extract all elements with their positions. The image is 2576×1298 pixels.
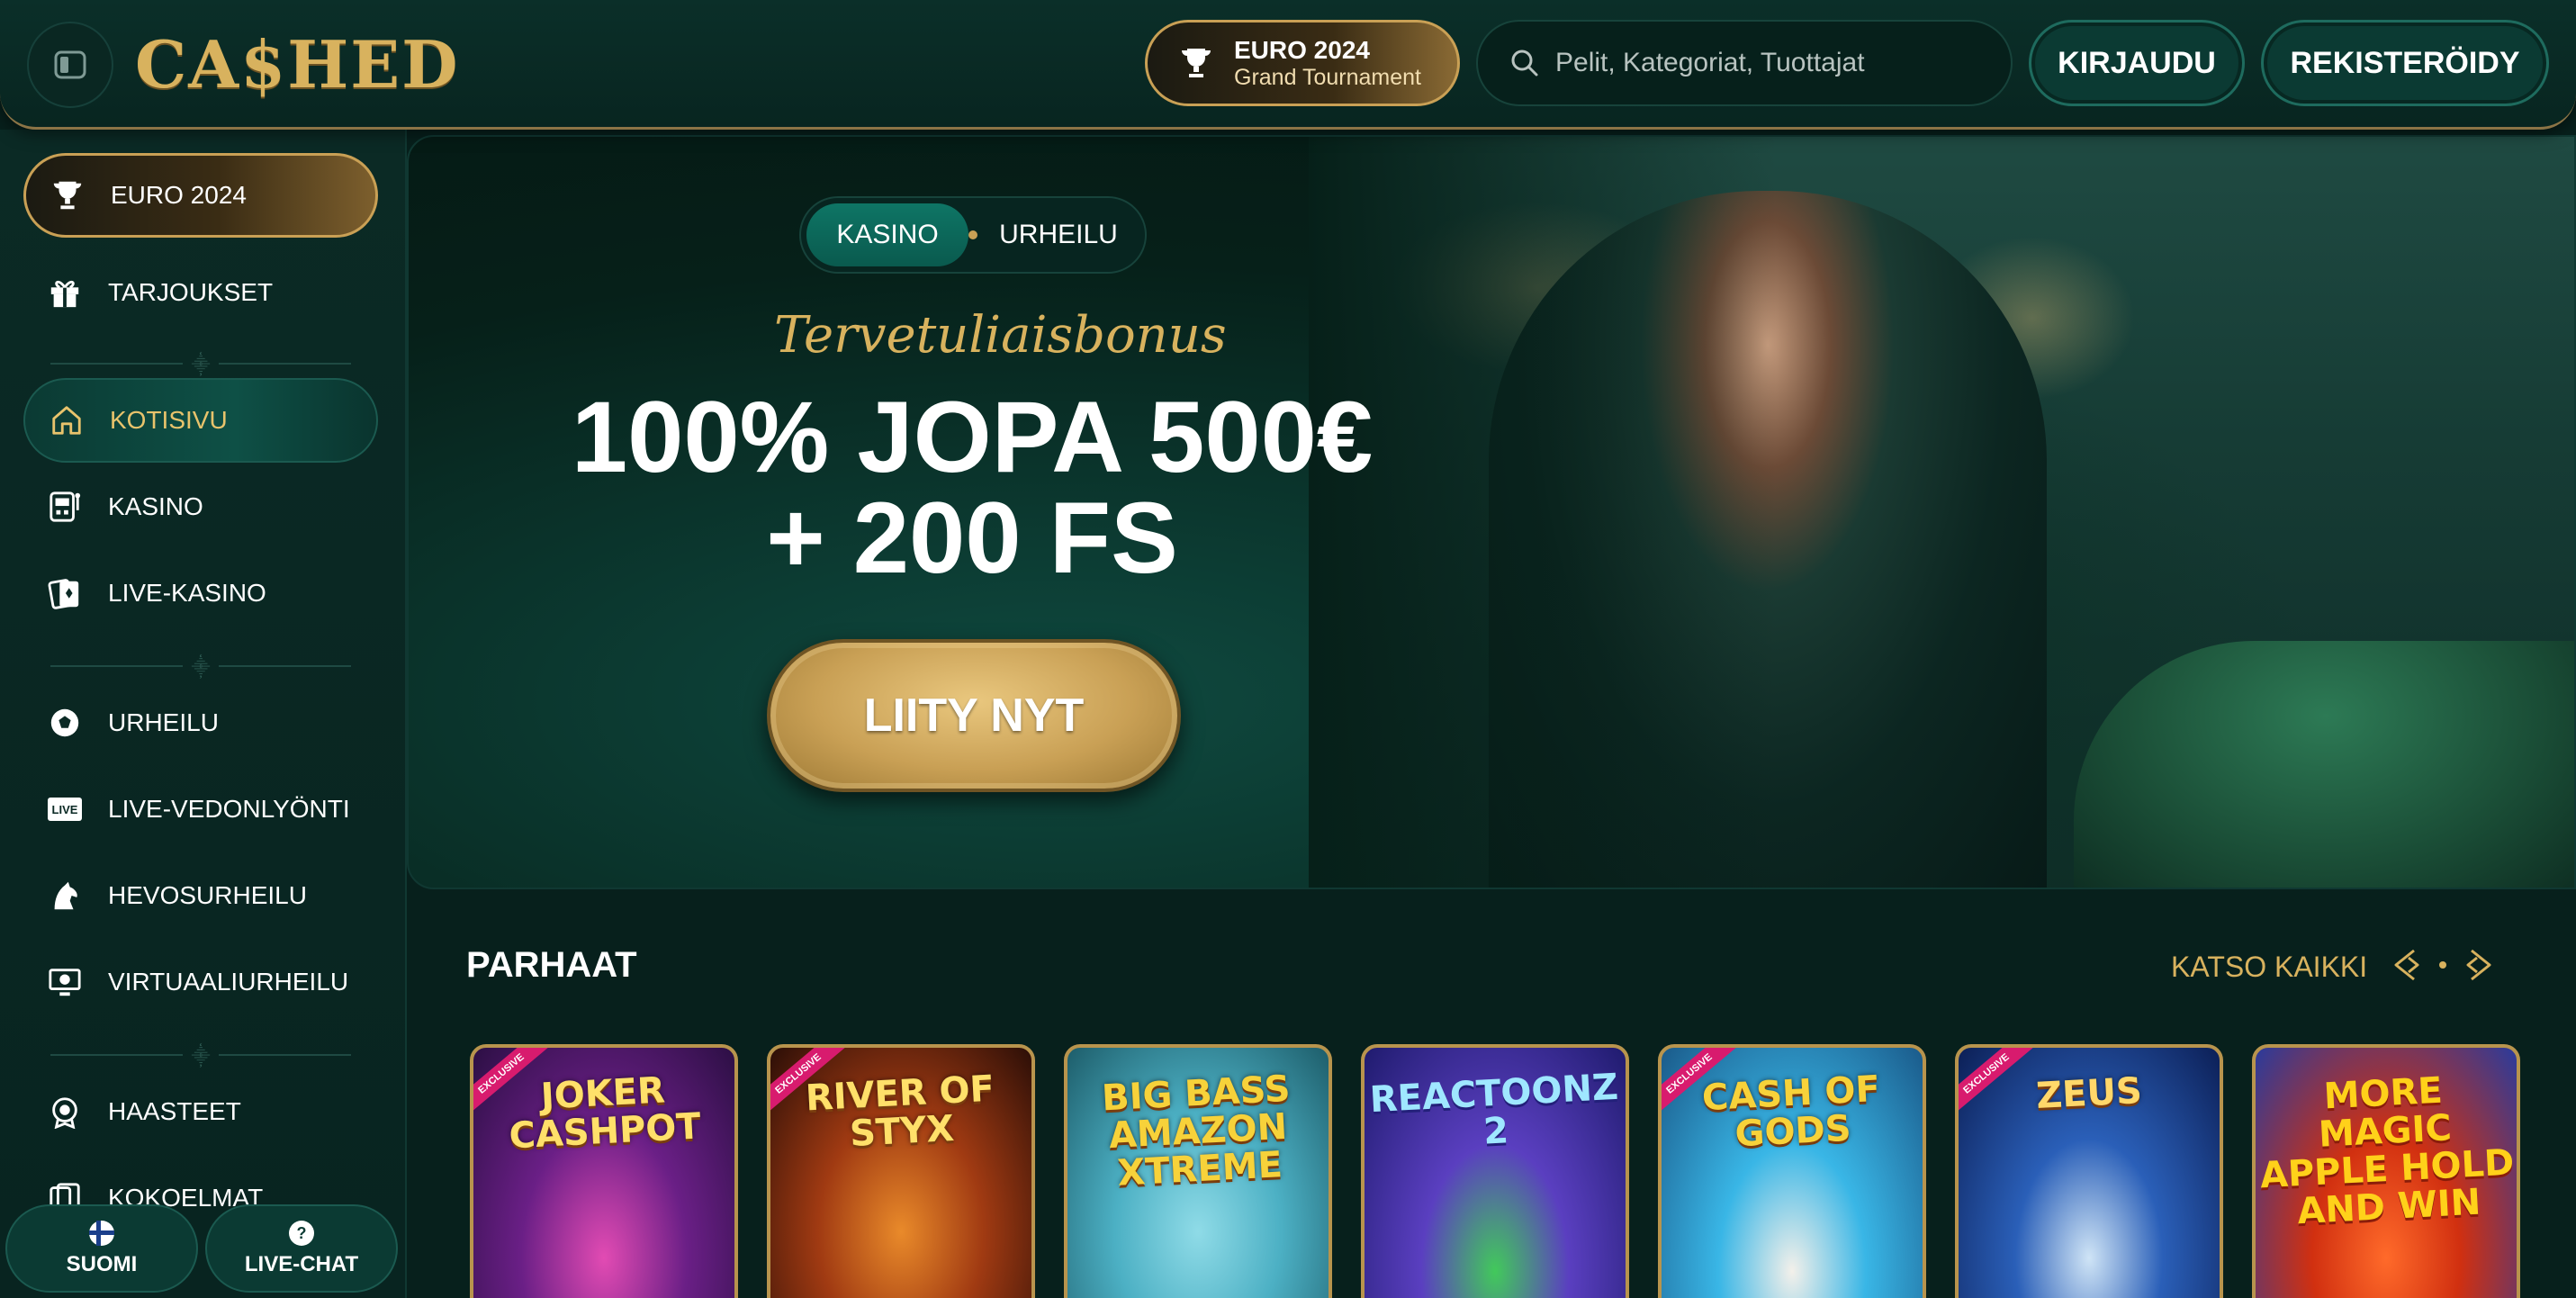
hero-tab-switch: KASINO URHEILU: [799, 196, 1147, 274]
horse-icon: [47, 878, 83, 914]
sidebar-divider: ⸎: [50, 1046, 351, 1067]
carousel-dot: [2439, 961, 2446, 969]
euro-2024-tournament-button[interactable]: EURO 2024 Grand Tournament: [1145, 20, 1460, 106]
trophy-icon: [50, 177, 86, 213]
carousel-arrows: [2387, 945, 2499, 985]
game-title: BIG BASS AMAZON XTREME: [1101, 1068, 1292, 1194]
home-icon: [49, 402, 85, 438]
virtual-sports-icon: [47, 964, 83, 1000]
top-header: CA$HED EURO 2024 Grand Tournament KIRJAU…: [0, 0, 2576, 130]
sidebar-item-label: VIRTUAALIURHEILU: [108, 968, 349, 996]
sidebar-item-label: HEVOSURHEILU: [108, 881, 307, 909]
join-now-button[interactable]: LIITY NYT: [767, 639, 1181, 792]
live-chat-label: LIVE-CHAT: [244, 1252, 359, 1276]
sidebar-item-sports[interactable]: URHEILU: [23, 681, 378, 765]
sidebar-item-label: KOTISIVU: [110, 406, 228, 434]
sidebar: EURO 2024 TARJOUKSET ⸎ KOTISIVU KASINO L…: [0, 130, 407, 1298]
logo[interactable]: CA$HED: [135, 23, 460, 106]
sidebar-item-casino[interactable]: KASINO: [23, 464, 378, 549]
cards-icon: [47, 575, 83, 611]
sidebar-item-live-betting[interactable]: LIVE LIVE-VEDONLYÖNTI: [23, 767, 378, 852]
game-card-reactoonz-2[interactable]: REACTOONZ 2: [1361, 1044, 1629, 1298]
sidebar-item-live-casino[interactable]: LIVE-KASINO: [23, 551, 378, 635]
tab-casino[interactable]: KASINO: [806, 203, 968, 266]
search-bar[interactable]: [1476, 20, 2013, 106]
euro-badge-text: EURO 2024 Grand Tournament: [1234, 36, 1421, 90]
game-card-river-of-styx[interactable]: EXCLUSIVE RIVER OF STYX: [767, 1044, 1035, 1298]
game-card-big-bass-amazon-xtreme[interactable]: BIG BASS AMAZON XTREME: [1064, 1044, 1332, 1298]
game-card-cash-of-gods[interactable]: EXCLUSIVE CASH OF GODS: [1658, 1044, 1926, 1298]
sidebar-item-horse-racing[interactable]: HEVOSURHEILU: [23, 853, 378, 938]
hero-table: [2074, 641, 2574, 888]
sidebar-item-home[interactable]: KOTISIVU: [23, 378, 378, 463]
search-icon: [1511, 50, 1538, 77]
hero-headline-line1: 100% JOPA 500€: [571, 381, 1374, 493]
sidebar-item-offers[interactable]: TARJOUKSET: [23, 250, 378, 335]
search-input[interactable]: [1555, 48, 1987, 78]
sidebar-item-label: URHEILU: [108, 708, 219, 736]
euro-badge-title: EURO 2024: [1234, 36, 1370, 64]
trophy-icon: [1182, 49, 1211, 77]
game-card-joker-cashpot[interactable]: EXCLUSIVE JOKER CASHPOT: [470, 1044, 738, 1298]
sidebar-divider: ⸎: [50, 657, 351, 678]
gift-icon: [47, 275, 83, 311]
game-title: REACTOONZ 2: [1368, 1066, 1620, 1153]
register-button[interactable]: REKISTERÖIDY: [2261, 20, 2549, 106]
arrow-left-icon[interactable]: [2387, 945, 2427, 985]
sidebar-divider: ⸎: [50, 355, 351, 375]
tab-sports[interactable]: URHEILU: [977, 203, 1139, 266]
sidebar-item-challenges[interactable]: HAASTEET: [23, 1069, 378, 1154]
hero-image: [1309, 137, 2574, 888]
slot-machine-icon: [47, 489, 83, 525]
badge-icon: [47, 1094, 83, 1130]
live-badge-icon: LIVE: [47, 791, 83, 827]
game-title: RIVER OF STYX: [804, 1068, 995, 1155]
login-button[interactable]: KIRJAUDU: [2029, 20, 2245, 106]
sidebar-item-label: HAASTEET: [108, 1097, 241, 1125]
game-title: MORE MAGIC APPLE HOLD AND WIN: [2258, 1069, 2516, 1233]
game-card-more-magic-apple[interactable]: MORE MAGIC APPLE HOLD AND WIN: [2252, 1044, 2520, 1298]
sidebar-item-label: KASINO: [108, 492, 203, 520]
help-icon: ?: [289, 1221, 314, 1246]
tab-separator-dot: [968, 230, 977, 239]
game-title: JOKER CASHPOT: [508, 1069, 702, 1158]
sidebar-item-euro-2024[interactable]: EURO 2024: [23, 153, 378, 238]
hero-script-title: Tervetuliaisbonus: [774, 306, 1227, 365]
sidebar-item-virtual-sports[interactable]: VIRTUAALIURHEILU: [23, 940, 378, 1024]
soccer-ball-icon: [47, 705, 83, 741]
arrow-right-icon[interactable]: [2459, 945, 2499, 985]
language-button[interactable]: SUOMI: [5, 1204, 198, 1293]
sidebar-toggle-icon: [54, 50, 86, 79]
sidebar-item-label: EURO 2024: [111, 181, 247, 209]
section-title: PARHAAT: [466, 945, 637, 985]
language-label: SUOMI: [66, 1252, 138, 1276]
hero-headline-line2: + 200 FS: [766, 482, 1178, 594]
sidebar-toggle-button[interactable]: [27, 22, 113, 108]
see-all-link[interactable]: KATSO KAIKKI: [2171, 951, 2367, 984]
finland-flag-icon: [89, 1221, 114, 1246]
sidebar-item-label: LIVE-KASINO: [108, 579, 266, 607]
sidebar-item-label: LIVE-VEDONLYÖNTI: [108, 795, 350, 823]
game-card-zeus[interactable]: EXCLUSIVE ZEUS: [1955, 1044, 2223, 1298]
euro-badge-subtitle: Grand Tournament: [1234, 65, 1421, 90]
live-chat-button[interactable]: ? LIVE-CHAT: [205, 1204, 398, 1293]
svg-text:?: ?: [297, 1224, 307, 1242]
svg-text:LIVE: LIVE: [52, 803, 78, 816]
hero-headline: 100% JOPA 500€ + 200 FS: [540, 387, 1404, 589]
sidebar-item-label: TARJOUKSET: [108, 278, 274, 306]
game-title: CASH OF GODS: [1700, 1068, 1881, 1156]
